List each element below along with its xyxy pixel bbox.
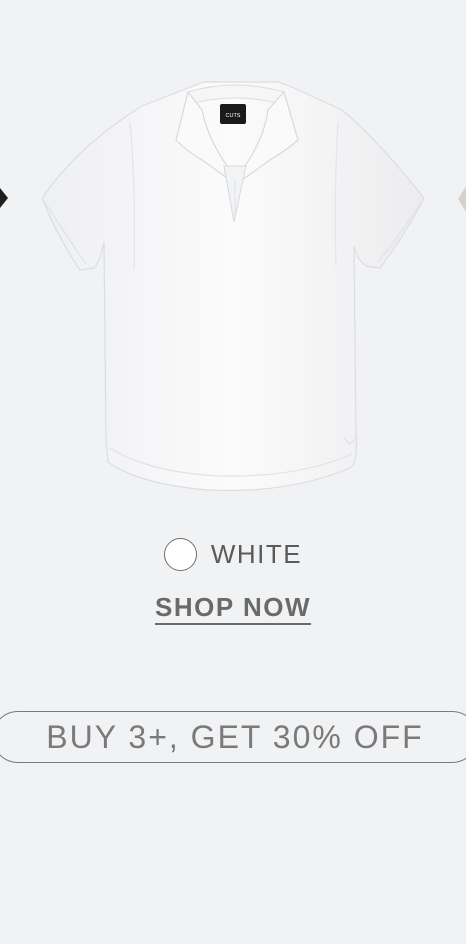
shop-now-link[interactable]: SHOP NOW <box>155 593 311 626</box>
promo-banner[interactable]: BUY 3+, GET 30% OFF <box>0 711 466 763</box>
polo-shirt-image: CUTS <box>41 81 425 492</box>
shop-now-container: SHOP NOW <box>0 593 466 626</box>
product-carousel: CUTS <box>0 0 466 520</box>
carousel-prev-button[interactable] <box>0 186 8 210</box>
carousel-next-preview[interactable] <box>456 186 466 212</box>
brand-tag-label: CUTS <box>226 113 241 119</box>
chevron-right-icon <box>458 186 466 212</box>
color-swatch-white[interactable] <box>163 537 197 571</box>
color-selector: WHITE <box>0 534 466 574</box>
promo-text: BUY 3+, GET 30% OFF <box>46 719 424 755</box>
color-name-label: WHITE <box>210 539 303 569</box>
product-image[interactable]: CUTS <box>38 70 430 500</box>
chevron-left-icon <box>0 188 8 208</box>
